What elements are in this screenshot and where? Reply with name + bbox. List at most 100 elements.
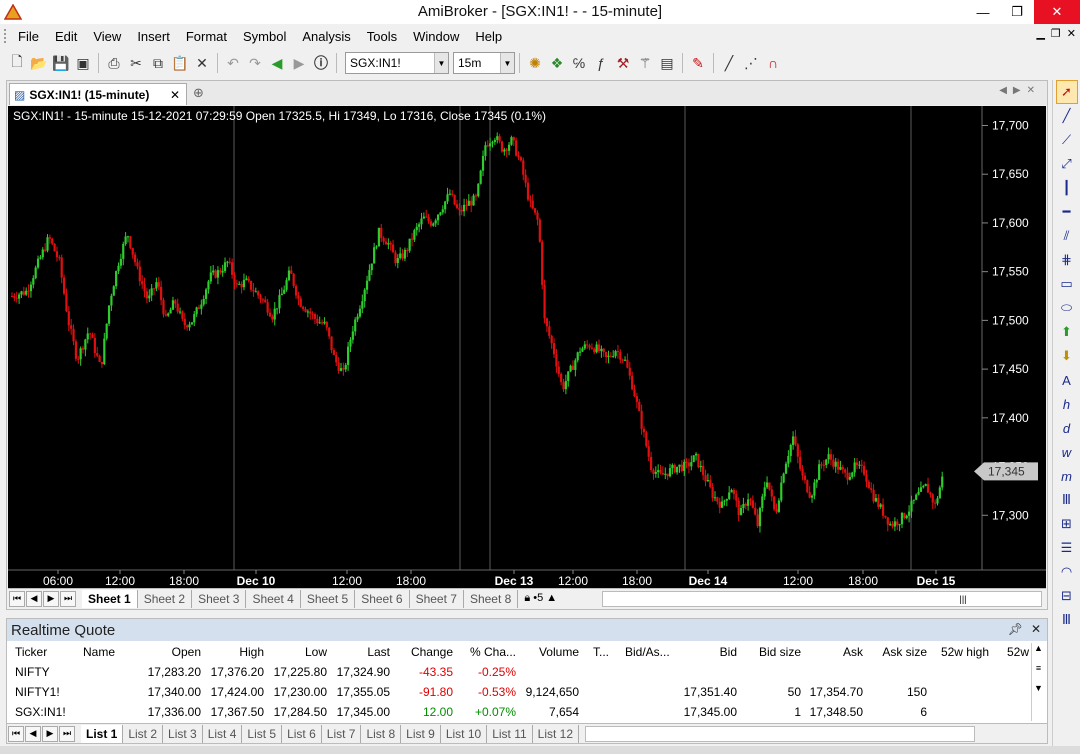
- sheet-tab[interactable]: Sheet 1: [82, 589, 138, 608]
- sheet-tab[interactable]: Sheet 8: [464, 589, 519, 608]
- menu-edit[interactable]: Edit: [47, 29, 85, 44]
- list-tab[interactable]: List 8: [361, 724, 402, 743]
- indicator-icon[interactable]: ✺: [524, 52, 546, 74]
- list-tab[interactable]: List 6: [282, 724, 322, 743]
- open-icon[interactable]: 📂: [28, 52, 50, 74]
- tools-icon[interactable]: ⚒: [612, 52, 634, 74]
- undo-icon[interactable]: ↶: [222, 52, 244, 74]
- text-icon[interactable]: A: [1056, 368, 1078, 392]
- panel-close-icon[interactable]: ✕: [1031, 622, 1041, 636]
- ray-icon[interactable]: ⟋: [1056, 128, 1078, 152]
- new-icon[interactable]: 🗋: [6, 52, 28, 74]
- chevron-down-icon[interactable]: ▼: [434, 53, 448, 73]
- tab-nav-arrows-icon[interactable]: ◀▶✕: [999, 85, 1041, 96]
- mdi-minimize-button[interactable]: ▁: [1036, 27, 1044, 40]
- horizontal-line-icon[interactable]: ━: [1056, 200, 1078, 224]
- list-tab[interactable]: List 12: [533, 724, 580, 743]
- info-icon[interactable]: ⓘ: [310, 52, 332, 74]
- timezones-icon[interactable]: Ⅲ: [1056, 608, 1078, 632]
- table-row[interactable]: NIFTY1! 17,340.00 17,424.00 17,230.00 17,355…: [11, 685, 1031, 703]
- monthly-icon[interactable]: m: [1056, 464, 1078, 488]
- cycles-icon[interactable]: Ⅲ: [1056, 488, 1078, 512]
- tab-close-icon[interactable]: ✕: [170, 88, 180, 102]
- dotted-line-icon[interactable]: ⋰: [740, 52, 762, 74]
- chart-tab[interactable]: ▨ SGX:IN1! (15-minute) ✕: [9, 83, 187, 105]
- extended-line-icon[interactable]: ⤢: [1056, 152, 1078, 176]
- lock-icon[interactable]: 🔒︎ •5 ▲: [524, 592, 557, 605]
- arc-icon[interactable]: ◠: [1056, 560, 1078, 584]
- quote-icon[interactable]: ℅: [568, 52, 590, 74]
- list-tab[interactable]: List 1: [81, 724, 124, 743]
- minimize-button[interactable]: —: [966, 0, 1000, 24]
- last-list-icon[interactable]: ⏭: [59, 725, 75, 742]
- scroll-thumb[interactable]: |||: [953, 594, 973, 604]
- sheet-tab[interactable]: Sheet 4: [246, 589, 301, 608]
- sheet-tab[interactable]: Sheet 5: [301, 589, 356, 608]
- copy-icon[interactable]: ⧉: [147, 52, 169, 74]
- menu-insert[interactable]: Insert: [129, 29, 178, 44]
- list-tab[interactable]: List 3: [163, 724, 203, 743]
- zoom-icon[interactable]: ▤: [656, 52, 678, 74]
- menu-window[interactable]: Window: [405, 29, 467, 44]
- magnet-icon[interactable]: ∩: [762, 52, 784, 74]
- chart-horizontal-scrollbar[interactable]: |||: [602, 590, 1042, 607]
- back-icon[interactable]: ◀: [266, 52, 288, 74]
- forward-icon[interactable]: ▶: [288, 52, 310, 74]
- select-arrow-icon[interactable]: ➚: [1055, 80, 1078, 104]
- sheet-tab[interactable]: Sheet 3: [192, 589, 247, 608]
- list-tab[interactable]: List 10: [441, 724, 488, 743]
- rectangle-icon[interactable]: ▭: [1056, 272, 1078, 296]
- hourly-icon[interactable]: h: [1056, 392, 1078, 416]
- line-icon[interactable]: ╱: [718, 52, 740, 74]
- menu-format[interactable]: Format: [178, 29, 235, 44]
- sheet-tab[interactable]: Sheet 7: [410, 589, 464, 608]
- mdi-restore-button[interactable]: ❐: [1051, 27, 1061, 40]
- list-tab[interactable]: List 4: [203, 724, 243, 743]
- first-list-icon[interactable]: ⏮: [8, 725, 24, 742]
- prev-list-icon[interactable]: ◀: [25, 725, 41, 742]
- redo-icon[interactable]: ↷: [244, 52, 266, 74]
- weekly-icon[interactable]: w: [1056, 440, 1078, 464]
- list-tab[interactable]: List 11: [487, 724, 533, 743]
- arrow-up-green-icon[interactable]: ⬆: [1056, 320, 1078, 344]
- next-sheet-icon[interactable]: ▶: [43, 590, 59, 607]
- menu-tools[interactable]: Tools: [359, 29, 405, 44]
- trendline-icon[interactable]: ╱: [1056, 104, 1078, 128]
- last-sheet-icon[interactable]: ⏭: [60, 590, 76, 607]
- list-tab[interactable]: List 9: [401, 724, 441, 743]
- prev-sheet-icon[interactable]: ◀: [26, 590, 42, 607]
- grid-icon[interactable]: ⊞: [1056, 512, 1078, 536]
- menu-file[interactable]: File: [10, 29, 47, 44]
- menu-help[interactable]: Help: [467, 29, 510, 44]
- save-icon[interactable]: 💾: [50, 52, 72, 74]
- add-tab-icon[interactable]: ⊕: [193, 85, 204, 101]
- menu-symbol[interactable]: Symbol: [235, 29, 294, 44]
- daily-icon[interactable]: d: [1056, 416, 1078, 440]
- wand-icon[interactable]: ⚚: [634, 52, 656, 74]
- sheet-tab[interactable]: Sheet 6: [355, 589, 410, 608]
- pen-color-icon[interactable]: ✎: [687, 52, 709, 74]
- ellipse-icon[interactable]: ⬭: [1056, 296, 1078, 320]
- menu-view[interactable]: View: [85, 29, 129, 44]
- gann-icon[interactable]: ⊟: [1056, 584, 1078, 608]
- cut-icon[interactable]: ✂: [125, 52, 147, 74]
- vertical-line-icon[interactable]: ┃: [1056, 176, 1078, 200]
- table-row[interactable]: NIFTY 17,283.20 17,376.20 17,225.80 17,324.9…: [11, 665, 1031, 683]
- price-chart[interactable]: SGX:IN1! - 15-minute 15-12-2021 07:29:59…: [8, 106, 1046, 588]
- parallel-lines-icon[interactable]: ⫽: [1056, 224, 1078, 248]
- next-list-icon[interactable]: ▶: [42, 725, 58, 742]
- list-tab[interactable]: List 7: [322, 724, 362, 743]
- print-icon[interactable]: ⎙: [103, 52, 125, 74]
- formula-icon[interactable]: ƒ: [590, 52, 612, 74]
- interval-combo[interactable]: 15m ▼: [453, 52, 515, 74]
- save-all-icon[interactable]: ▣: [72, 52, 94, 74]
- menu-analysis[interactable]: Analysis: [294, 29, 358, 44]
- delete-icon[interactable]: ✕: [191, 52, 213, 74]
- arrow-down-yellow-icon[interactable]: ⬇: [1056, 344, 1078, 368]
- paste-icon[interactable]: 📋: [169, 52, 191, 74]
- scan-icon[interactable]: ❖: [546, 52, 568, 74]
- fibonacci-icon[interactable]: ☰: [1056, 536, 1078, 560]
- close-button[interactable]: ✕: [1034, 0, 1080, 24]
- list-tab[interactable]: List 2: [123, 724, 164, 743]
- first-sheet-icon[interactable]: ⏮: [9, 590, 25, 607]
